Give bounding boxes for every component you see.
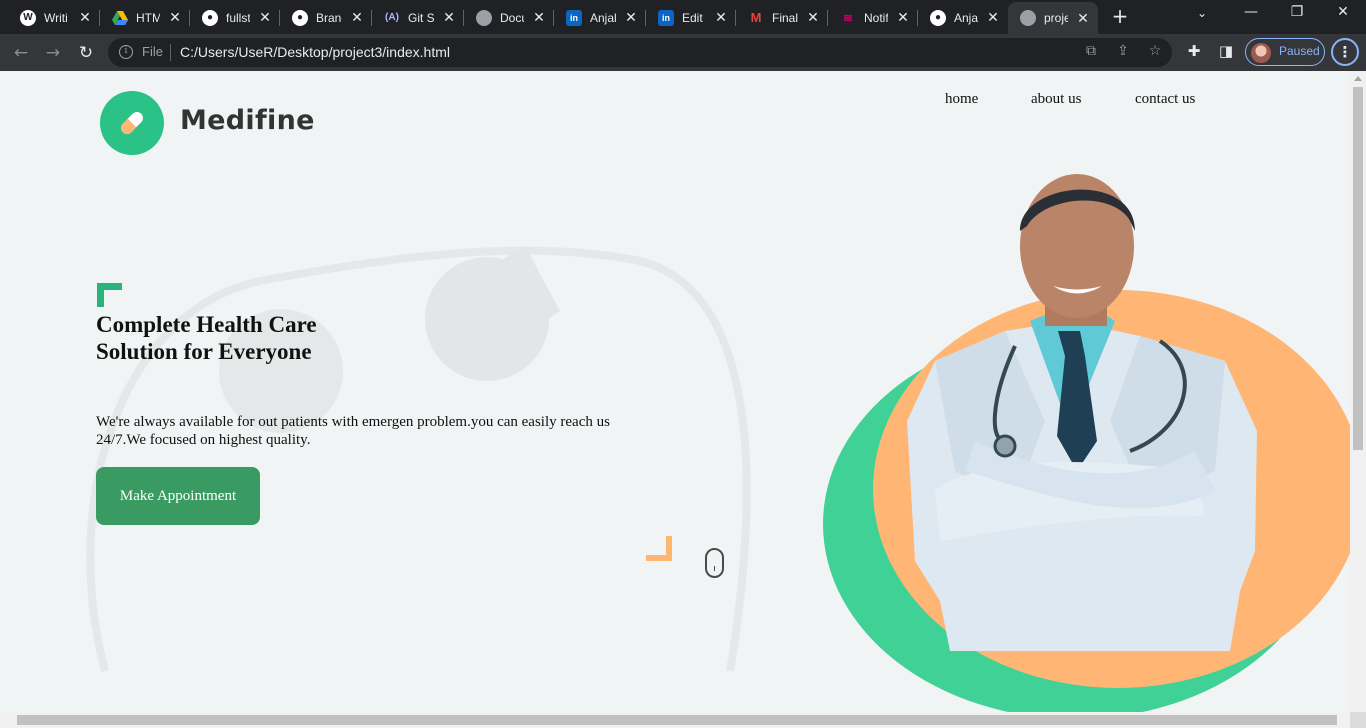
back-icon[interactable]: ←: [9, 41, 33, 65]
corner-accent-decoration: [97, 283, 122, 307]
tab-title: Final: [772, 10, 798, 25]
hero-title: Complete Health Care Solution for Everyo…: [96, 312, 317, 364]
tab-title: Edit I: [682, 10, 706, 25]
tab-title: fullst: [226, 10, 250, 25]
github-icon: ●: [202, 9, 218, 26]
bookmark-star-icon[interactable]: ☆: [1146, 43, 1164, 59]
close-icon[interactable]: ✕: [806, 9, 820, 26]
scroll-up-icon[interactable]: [1354, 76, 1362, 81]
browser-tab[interactable]: ● Anjal ✕: [918, 4, 1008, 31]
browser-toolbar: ← → ↻ i File C:/Users/UseR/Desktop/proje…: [0, 34, 1366, 71]
browser-tab-active[interactable]: proje ✕: [1008, 2, 1098, 34]
pill-icon: [121, 112, 143, 134]
page-viewport: Medifine home about us contact us Comple…: [0, 71, 1350, 712]
scheme-label: File: [142, 44, 163, 59]
close-icon[interactable]: ✕: [168, 9, 182, 26]
browser-tab[interactable]: (A) Git Sl ✕: [372, 4, 464, 31]
profile-button[interactable]: Paused: [1245, 38, 1325, 66]
close-icon[interactable]: ✕: [350, 9, 364, 26]
url-text[interactable]: C:/Users/UseR/Desktop/project3/index.htm…: [180, 44, 450, 60]
tab-search-icon[interactable]: ⌄: [1197, 6, 1207, 20]
make-appointment-button[interactable]: Make Appointment: [96, 467, 260, 525]
github-icon: ●: [930, 9, 946, 26]
translate-icon[interactable]: ⧉: [1082, 43, 1100, 59]
close-icon[interactable]: ✕: [624, 9, 638, 26]
close-icon[interactable]: ✕: [714, 9, 728, 26]
nav-home[interactable]: home: [945, 91, 978, 108]
reload-icon[interactable]: ↻: [74, 41, 98, 65]
tab-title: Notif: [864, 10, 888, 25]
doctor-image: [907, 174, 1257, 651]
close-icon[interactable]: ✕: [258, 9, 272, 26]
nav-contact-us[interactable]: contact us: [1135, 91, 1195, 108]
browser-tab[interactable]: ≋ Notif ✕: [828, 4, 918, 31]
corner-accent-decoration: [646, 536, 672, 561]
api-icon: (A): [385, 12, 399, 23]
extensions-icon[interactable]: ✚: [1184, 42, 1204, 60]
tab-strip: W Writi ✕ HTM ✕ ● fullst ✕ ● Branc ✕ (A)…: [0, 0, 1366, 34]
tab-title: Anjal: [954, 10, 978, 25]
globe-icon: [476, 9, 492, 26]
browser-tab[interactable]: W Writi ✕: [8, 4, 100, 31]
notification-icon: ≋: [842, 10, 854, 25]
scroll-mouse-icon[interactable]: [705, 548, 724, 578]
profile-status: Paused: [1279, 44, 1320, 58]
share-icon[interactable]: ⇪: [1114, 43, 1132, 59]
browser-tab[interactable]: ● fullst ✕: [190, 4, 280, 31]
vertical-scrollbar[interactable]: [1350, 71, 1366, 712]
linkedin-icon: in: [566, 9, 582, 26]
scrollbar-thumb[interactable]: [1353, 87, 1363, 450]
minimize-icon[interactable]: —: [1236, 4, 1266, 20]
more-menu-icon[interactable]: ⋮: [1331, 38, 1359, 66]
wordpress-icon: W: [20, 9, 36, 26]
github-icon: ●: [292, 9, 308, 26]
gmail-icon: M: [750, 10, 762, 25]
avatar: [1251, 43, 1271, 63]
browser-tab[interactable]: M Final ✕: [736, 4, 828, 31]
side-panel-icon[interactable]: ◨: [1216, 42, 1236, 60]
tab-title: Writi: [44, 10, 68, 25]
close-icon[interactable]: ✕: [896, 9, 910, 26]
browser-tab[interactable]: Docu ✕: [464, 4, 554, 31]
hero-description: We're always available for out patients …: [96, 414, 610, 448]
browser-tab[interactable]: in Edit I ✕: [646, 4, 736, 31]
linkedin-icon: in: [658, 9, 674, 26]
window-close-icon[interactable]: ✕: [1328, 4, 1358, 20]
tab-title: HTM: [136, 10, 160, 25]
horizontal-scrollbar[interactable]: [0, 712, 1350, 728]
tab-title: proje: [1044, 11, 1068, 25]
browser-tab[interactable]: ● Branc ✕: [280, 4, 372, 31]
close-icon[interactable]: ✕: [532, 9, 546, 26]
globe-icon: [1020, 10, 1036, 26]
close-icon[interactable]: ✕: [442, 9, 456, 26]
tab-title: Docu: [500, 10, 524, 25]
brand-name[interactable]: Medifine: [180, 105, 315, 136]
google-drive-icon: [112, 10, 128, 26]
forward-icon[interactable]: →: [41, 41, 65, 65]
close-icon[interactable]: ✕: [986, 9, 1000, 26]
restore-icon[interactable]: ❐: [1282, 4, 1312, 20]
scrollbar-thumb[interactable]: [17, 715, 1337, 725]
address-bar[interactable]: i File C:/Users/UseR/Desktop/project3/in…: [108, 38, 1172, 67]
browser-tab[interactable]: in Anjal ✕: [554, 4, 646, 31]
browser-tab[interactable]: HTM ✕: [100, 4, 190, 31]
tab-title: Anjal: [590, 10, 616, 25]
tab-title: Git Sl: [408, 10, 434, 25]
close-icon[interactable]: ✕: [1076, 10, 1090, 27]
close-icon[interactable]: ✕: [78, 9, 92, 26]
info-icon[interactable]: i: [119, 45, 133, 59]
nav-about-us[interactable]: about us: [1031, 91, 1081, 108]
tab-title: Branc: [316, 10, 342, 25]
new-tab-button[interactable]: +: [1110, 6, 1130, 26]
